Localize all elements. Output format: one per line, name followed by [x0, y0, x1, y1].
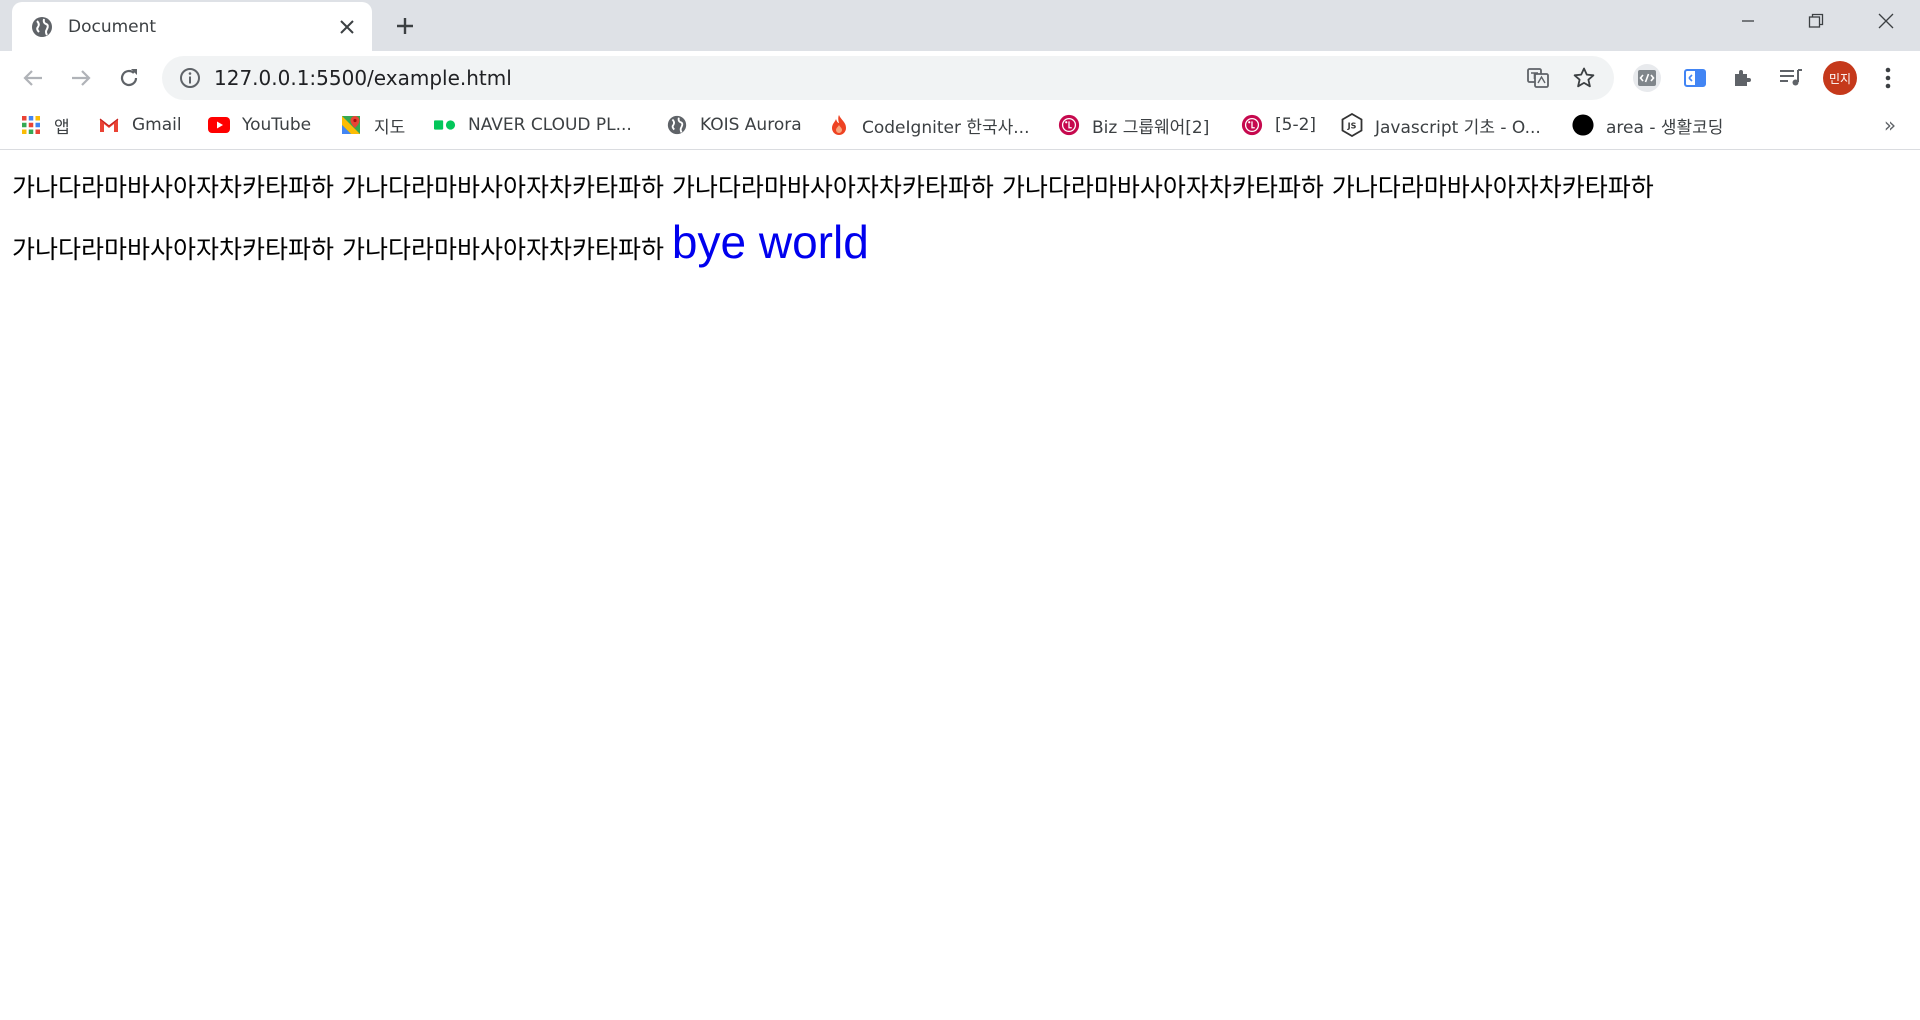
bookmark-label: Gmail — [132, 115, 182, 135]
globe-icon — [30, 15, 54, 39]
info-icon[interactable] — [178, 66, 202, 90]
restore-button[interactable] — [1782, 0, 1850, 42]
restore-icon — [1808, 13, 1824, 28]
bookmark-label: NAVER CLOUD PL... — [468, 115, 632, 135]
back-button[interactable] — [16, 61, 50, 95]
bookmark-codeigniter[interactable]: CodeIgniter 한국사... — [828, 105, 1029, 145]
gmail-icon — [98, 114, 120, 136]
black-circle-icon — [1572, 114, 1594, 136]
more-vert-icon — [1885, 67, 1891, 89]
close-icon — [1878, 13, 1894, 29]
code-extension-button[interactable] — [1631, 62, 1663, 94]
apps-grid-icon — [20, 114, 42, 136]
reload-icon — [120, 69, 138, 87]
forward-button[interactable] — [64, 61, 98, 95]
bookmark-javascript-basics[interactable]: JS Javascript 기초 - O... — [1341, 105, 1541, 145]
youtube-icon — [208, 114, 230, 136]
back-arrow-icon — [23, 70, 42, 86]
lg-icon — [1058, 114, 1080, 136]
bookmark-maps[interactable]: 지도 — [340, 105, 405, 145]
forward-arrow-icon — [72, 70, 91, 86]
minimize-button[interactable] — [1714, 0, 1782, 42]
bookmark-gmail[interactable]: Gmail — [98, 105, 182, 145]
nodejs-icon: JS — [1341, 113, 1363, 137]
svg-text:JS: JS — [1347, 122, 1357, 131]
bookmark-label: 지도 — [374, 117, 406, 138]
tab-strip: Document — [0, 0, 1920, 51]
plus-icon — [397, 18, 413, 34]
translate-icon[interactable] — [1526, 66, 1550, 90]
url-text[interactable]: 127.0.0.1:5500/example.html — [214, 56, 512, 100]
bookmark-label: CodeIgniter 한국사... — [862, 117, 1030, 138]
bookmark-label: [5-2] — [1275, 115, 1317, 135]
sidepanel-extension-icon — [1684, 69, 1706, 87]
bookmark-naver-cloud[interactable]: NAVER CLOUD PL... — [434, 105, 632, 145]
bookmark-label: area - 생활코딩 — [1606, 117, 1724, 138]
globe-icon — [666, 114, 688, 136]
bookmark-area-opentutorials[interactable]: area - 생활코딩 — [1572, 105, 1723, 145]
bookmark-label: 앱 — [54, 117, 70, 138]
star-icon[interactable] — [1572, 66, 1596, 90]
bookmarks-bar: 앱 Gmail YouTube 지도 NAVER CLOUD PL... KOI… — [0, 105, 1920, 150]
bookmark-label: Biz 그룹웨어[2] — [1092, 117, 1210, 138]
new-tab-button[interactable] — [390, 11, 420, 41]
naver-cloud-icon — [434, 114, 456, 136]
page-content: 가나다라마바사아자차카타파하 가나다라마바사아자차카타파하 가나다라마바사아자차… — [0, 151, 1920, 1020]
puzzle-icon — [1735, 70, 1751, 86]
maps-icon — [340, 114, 362, 136]
bookmark-kois-aurora[interactable]: KOIS Aurora — [666, 105, 802, 145]
lg-icon — [1241, 114, 1263, 136]
bookmark-youtube[interactable]: YouTube — [208, 105, 311, 145]
bookmark-5-2[interactable]: [5-2] — [1241, 105, 1316, 145]
close-window-button[interactable] — [1852, 0, 1920, 42]
menu-button[interactable] — [1872, 62, 1904, 94]
bookmark-label: Javascript 기초 - O... — [1375, 117, 1541, 138]
queue-music-icon — [1780, 69, 1802, 86]
profile-avatar[interactable]: 민지 — [1823, 61, 1857, 95]
tab-title: Document — [68, 16, 157, 37]
bookmark-label: YouTube — [242, 115, 312, 135]
tab-document[interactable]: Document — [12, 2, 372, 51]
codeigniter-flame-icon — [828, 114, 850, 136]
bookmarks-overflow-button[interactable]: » — [1876, 110, 1904, 140]
code-extension-icon — [1633, 64, 1661, 92]
bookmark-biz-groupware[interactable]: Biz 그룹웨어[2] — [1058, 105, 1209, 145]
address-bar[interactable]: 127.0.0.1:5500/example.html — [162, 56, 1614, 100]
minimize-icon — [1742, 20, 1754, 22]
bookmark-apps[interactable]: 앱 — [20, 105, 70, 145]
sidepanel-extension-button[interactable] — [1679, 62, 1711, 94]
bye-world-text: bye world — [671, 216, 869, 268]
page-paragraph: 가나다라마바사아자차카타파하 가나다라마바사아자차카타파하 가나다라마바사아자차… — [12, 161, 1912, 277]
bookmark-label: KOIS Aurora — [700, 115, 802, 135]
media-control-button[interactable] — [1775, 62, 1807, 94]
reload-button[interactable] — [112, 61, 146, 95]
extensions-button[interactable] — [1727, 62, 1759, 94]
close-icon[interactable] — [336, 16, 358, 38]
toolbar: 127.0.0.1:5500/example.html 민지 — [0, 51, 1920, 105]
